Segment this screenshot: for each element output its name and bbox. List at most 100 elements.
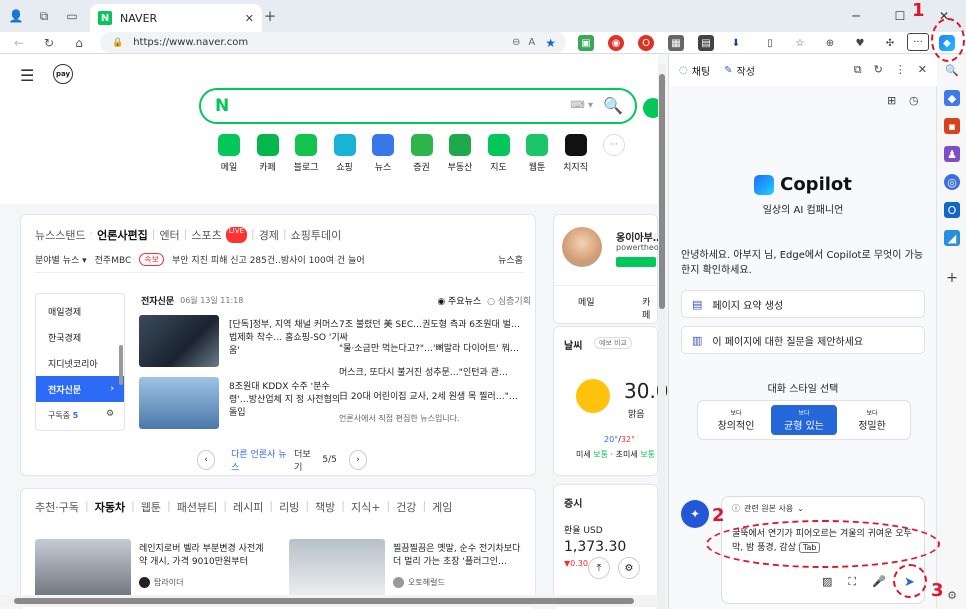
- ticker-headline[interactable]: 부안 지진 피해 신고 285건..밤사이 100여 건 늘어: [172, 253, 365, 266]
- screenshot-icon[interactable]: ⛶: [848, 575, 856, 589]
- article-thumbnail[interactable]: [139, 315, 219, 367]
- extensions-puzzle-icon[interactable]: ✣: [882, 35, 898, 51]
- reco-tab[interactable]: 리빙: [279, 499, 299, 515]
- close-pane-icon[interactable]: ✕: [918, 63, 927, 77]
- main-news-toggle[interactable]: ◉ 주요뉴스: [437, 294, 481, 307]
- profile-icon[interactable]: 👤: [8, 8, 24, 24]
- service-부동산[interactable]: 부동산: [441, 134, 479, 173]
- service-뉴스[interactable]: 뉴스: [364, 134, 402, 173]
- style-creative[interactable]: 보다 창의적인: [703, 405, 769, 435]
- reco-tab[interactable]: 건강: [396, 499, 416, 515]
- service-증권[interactable]: 증권: [403, 134, 441, 173]
- cafe-link[interactable]: 카페: [642, 295, 657, 321]
- new-topic-button[interactable]: ✦: [681, 500, 709, 528]
- prev-page-button[interactable]: ‹: [197, 450, 216, 470]
- address-bar[interactable]: 🔒 https://www.naver.com ⊖ A ★: [100, 32, 566, 53]
- service-more[interactable]: ···: [595, 134, 633, 160]
- tab-newsstand[interactable]: 뉴스스탠드: [35, 227, 86, 243]
- service-카페[interactable]: 카페: [249, 134, 287, 173]
- tab-chat[interactable]: ◌ 채팅: [679, 63, 710, 78]
- reco-tab[interactable]: 추천·구독: [35, 499, 79, 515]
- headline-item[interactable]: 머스크, 또다시 불거진 성추문…"인턴과 관…: [339, 365, 529, 378]
- style-balanced[interactable]: 보다 균형 있는: [771, 405, 837, 435]
- service-블로그[interactable]: 블로그: [287, 134, 325, 173]
- press-item[interactable]: 한국경제: [36, 324, 124, 350]
- more-options-icon[interactable]: ⋮: [895, 63, 906, 77]
- favorite-star-icon[interactable]: ★: [545, 36, 556, 50]
- reco-tab[interactable]: 패션뷰티: [177, 499, 217, 515]
- tab-actions-icon[interactable]: ▭: [64, 8, 80, 24]
- extension-grey-icon[interactable]: ▦: [668, 35, 684, 51]
- service-메일[interactable]: 메일: [210, 134, 248, 173]
- favorites-icon[interactable]: ☆: [792, 35, 808, 51]
- press-settings-icon[interactable]: ⚙: [106, 409, 114, 419]
- headline-item[interactable]: 日 20대 어린이집 교사, 2세 원생 목 찔러…"…: [339, 389, 529, 402]
- read-aloud-icon[interactable]: A: [528, 37, 535, 48]
- tab-naver[interactable]: N NAVER ✕: [90, 4, 262, 32]
- tab-economy[interactable]: 경제: [259, 227, 279, 243]
- horizontal-scrollbar[interactable]: [0, 595, 658, 607]
- keyboard-icon[interactable]: ⌨ ▾: [570, 100, 593, 111]
- service-쇼핑[interactable]: 쇼핑: [326, 134, 364, 173]
- suggestion-summary[interactable]: ▤ 페이지 요약 생성: [681, 290, 925, 318]
- style-precise[interactable]: 보다 정밀한: [839, 405, 905, 435]
- article-title[interactable]: [단독]정부, 지역 채널 커머스 법제화 착수… 홈쇼핑-SO '기싸움': [229, 319, 349, 358]
- vertical-scrollbar[interactable]: [658, 64, 666, 609]
- naver-pay-icon[interactable]: pay: [53, 64, 73, 84]
- split-screen-icon[interactable]: ▯: [762, 35, 778, 51]
- zoom-icon[interactable]: ⊖: [512, 37, 520, 48]
- scroll-top-button[interactable]: ⤒: [588, 557, 610, 579]
- next-page-button[interactable]: ›: [348, 450, 368, 470]
- minimize-button[interactable]: ─: [834, 0, 878, 32]
- service-지도[interactable]: 지도: [480, 134, 518, 173]
- scroll-thumb[interactable]: [659, 74, 665, 309]
- menu-icon[interactable]: ☰: [20, 66, 34, 85]
- reco-title[interactable]: 레인지로버 벨라 부분변경 사전계약 개시, 가격 9010만원부터: [139, 543, 269, 569]
- back-icon[interactable]: ←: [10, 35, 28, 51]
- press-name[interactable]: 전자신문: [141, 294, 174, 307]
- reco-tab[interactable]: 자동차: [95, 499, 125, 515]
- open-new-tab-icon[interactable]: ⧉: [854, 63, 862, 77]
- service-웹툰[interactable]: 웹툰: [518, 134, 556, 173]
- sidebar-games-icon[interactable]: ♟: [944, 146, 960, 162]
- press-item-active[interactable]: 전자신문 ›: [36, 376, 124, 402]
- extension-opera-icon[interactable]: O: [638, 35, 654, 51]
- performance-icon[interactable]: ♥: [852, 35, 868, 51]
- search-input[interactable]: N ⌨ ▾ 🔍: [199, 88, 637, 124]
- sidebar-add-icon[interactable]: +: [944, 270, 960, 286]
- tab-close-icon[interactable]: ✕: [245, 12, 254, 25]
- extension-download-icon[interactable]: ⬇: [728, 35, 744, 51]
- reco-thumbnail[interactable]: [289, 539, 385, 601]
- article-thumbnail[interactable]: [139, 377, 219, 429]
- refresh-icon[interactable]: ↻: [40, 35, 58, 51]
- reco-tab[interactable]: 게임: [432, 499, 452, 515]
- sidebar-tools-icon[interactable]: ▪: [944, 118, 960, 134]
- category-dropdown[interactable]: 분야별 뉴스 ▾: [35, 253, 87, 266]
- home-icon[interactable]: ⌂: [70, 35, 88, 51]
- sidebar-search-icon[interactable]: 🔍: [944, 62, 960, 78]
- hscroll-thumb[interactable]: [14, 598, 634, 604]
- extension-dark-icon[interactable]: ▤: [698, 35, 714, 51]
- tab-sports[interactable]: 스포츠: [191, 227, 221, 243]
- other-press-link[interactable]: 다른 언론사 뉴스: [231, 447, 288, 473]
- news-home-link[interactable]: 뉴스홈: [498, 253, 523, 266]
- search-icon[interactable]: 🔍: [603, 96, 623, 115]
- extension-red-icon[interactable]: ◉: [608, 35, 624, 51]
- sidebar-settings-icon[interactable]: ⚙: [944, 587, 960, 603]
- collections-icon[interactable]: ⊕: [822, 35, 838, 51]
- refresh-chat-icon[interactable]: ↻: [874, 63, 883, 77]
- headline-item[interactable]: 7조 불렸던 美 SEC…권도형 측과 6조원대 벌…: [339, 317, 529, 330]
- tab-compose[interactable]: ✎ 작성: [724, 63, 755, 78]
- new-tab-button[interactable]: +: [262, 7, 278, 25]
- page-settings-button[interactable]: ⚙: [618, 557, 640, 579]
- sidebar-shopping-icon[interactable]: ◆: [944, 90, 960, 106]
- reco-tab[interactable]: 웹툰: [141, 499, 161, 515]
- tab-shopping-today[interactable]: 쇼핑투데이: [291, 227, 342, 243]
- reco-title[interactable]: 찔끔찔끔은 옛말, 순수 전기차보다 더 멀리 가는 초장 '플러그인…: [393, 543, 523, 569]
- mail-link[interactable]: 메일: [578, 295, 595, 308]
- tab-entertainment[interactable]: 엔터: [159, 227, 179, 243]
- reco-tab[interactable]: 책방: [315, 499, 335, 515]
- press-list-scrollbar[interactable]: [119, 345, 123, 385]
- headline-item[interactable]: "물·소금만 먹는다고?"…'뼈말라 다이어트' 뭐…: [339, 341, 529, 354]
- sidebar-drop-icon[interactable]: ◢: [944, 230, 960, 246]
